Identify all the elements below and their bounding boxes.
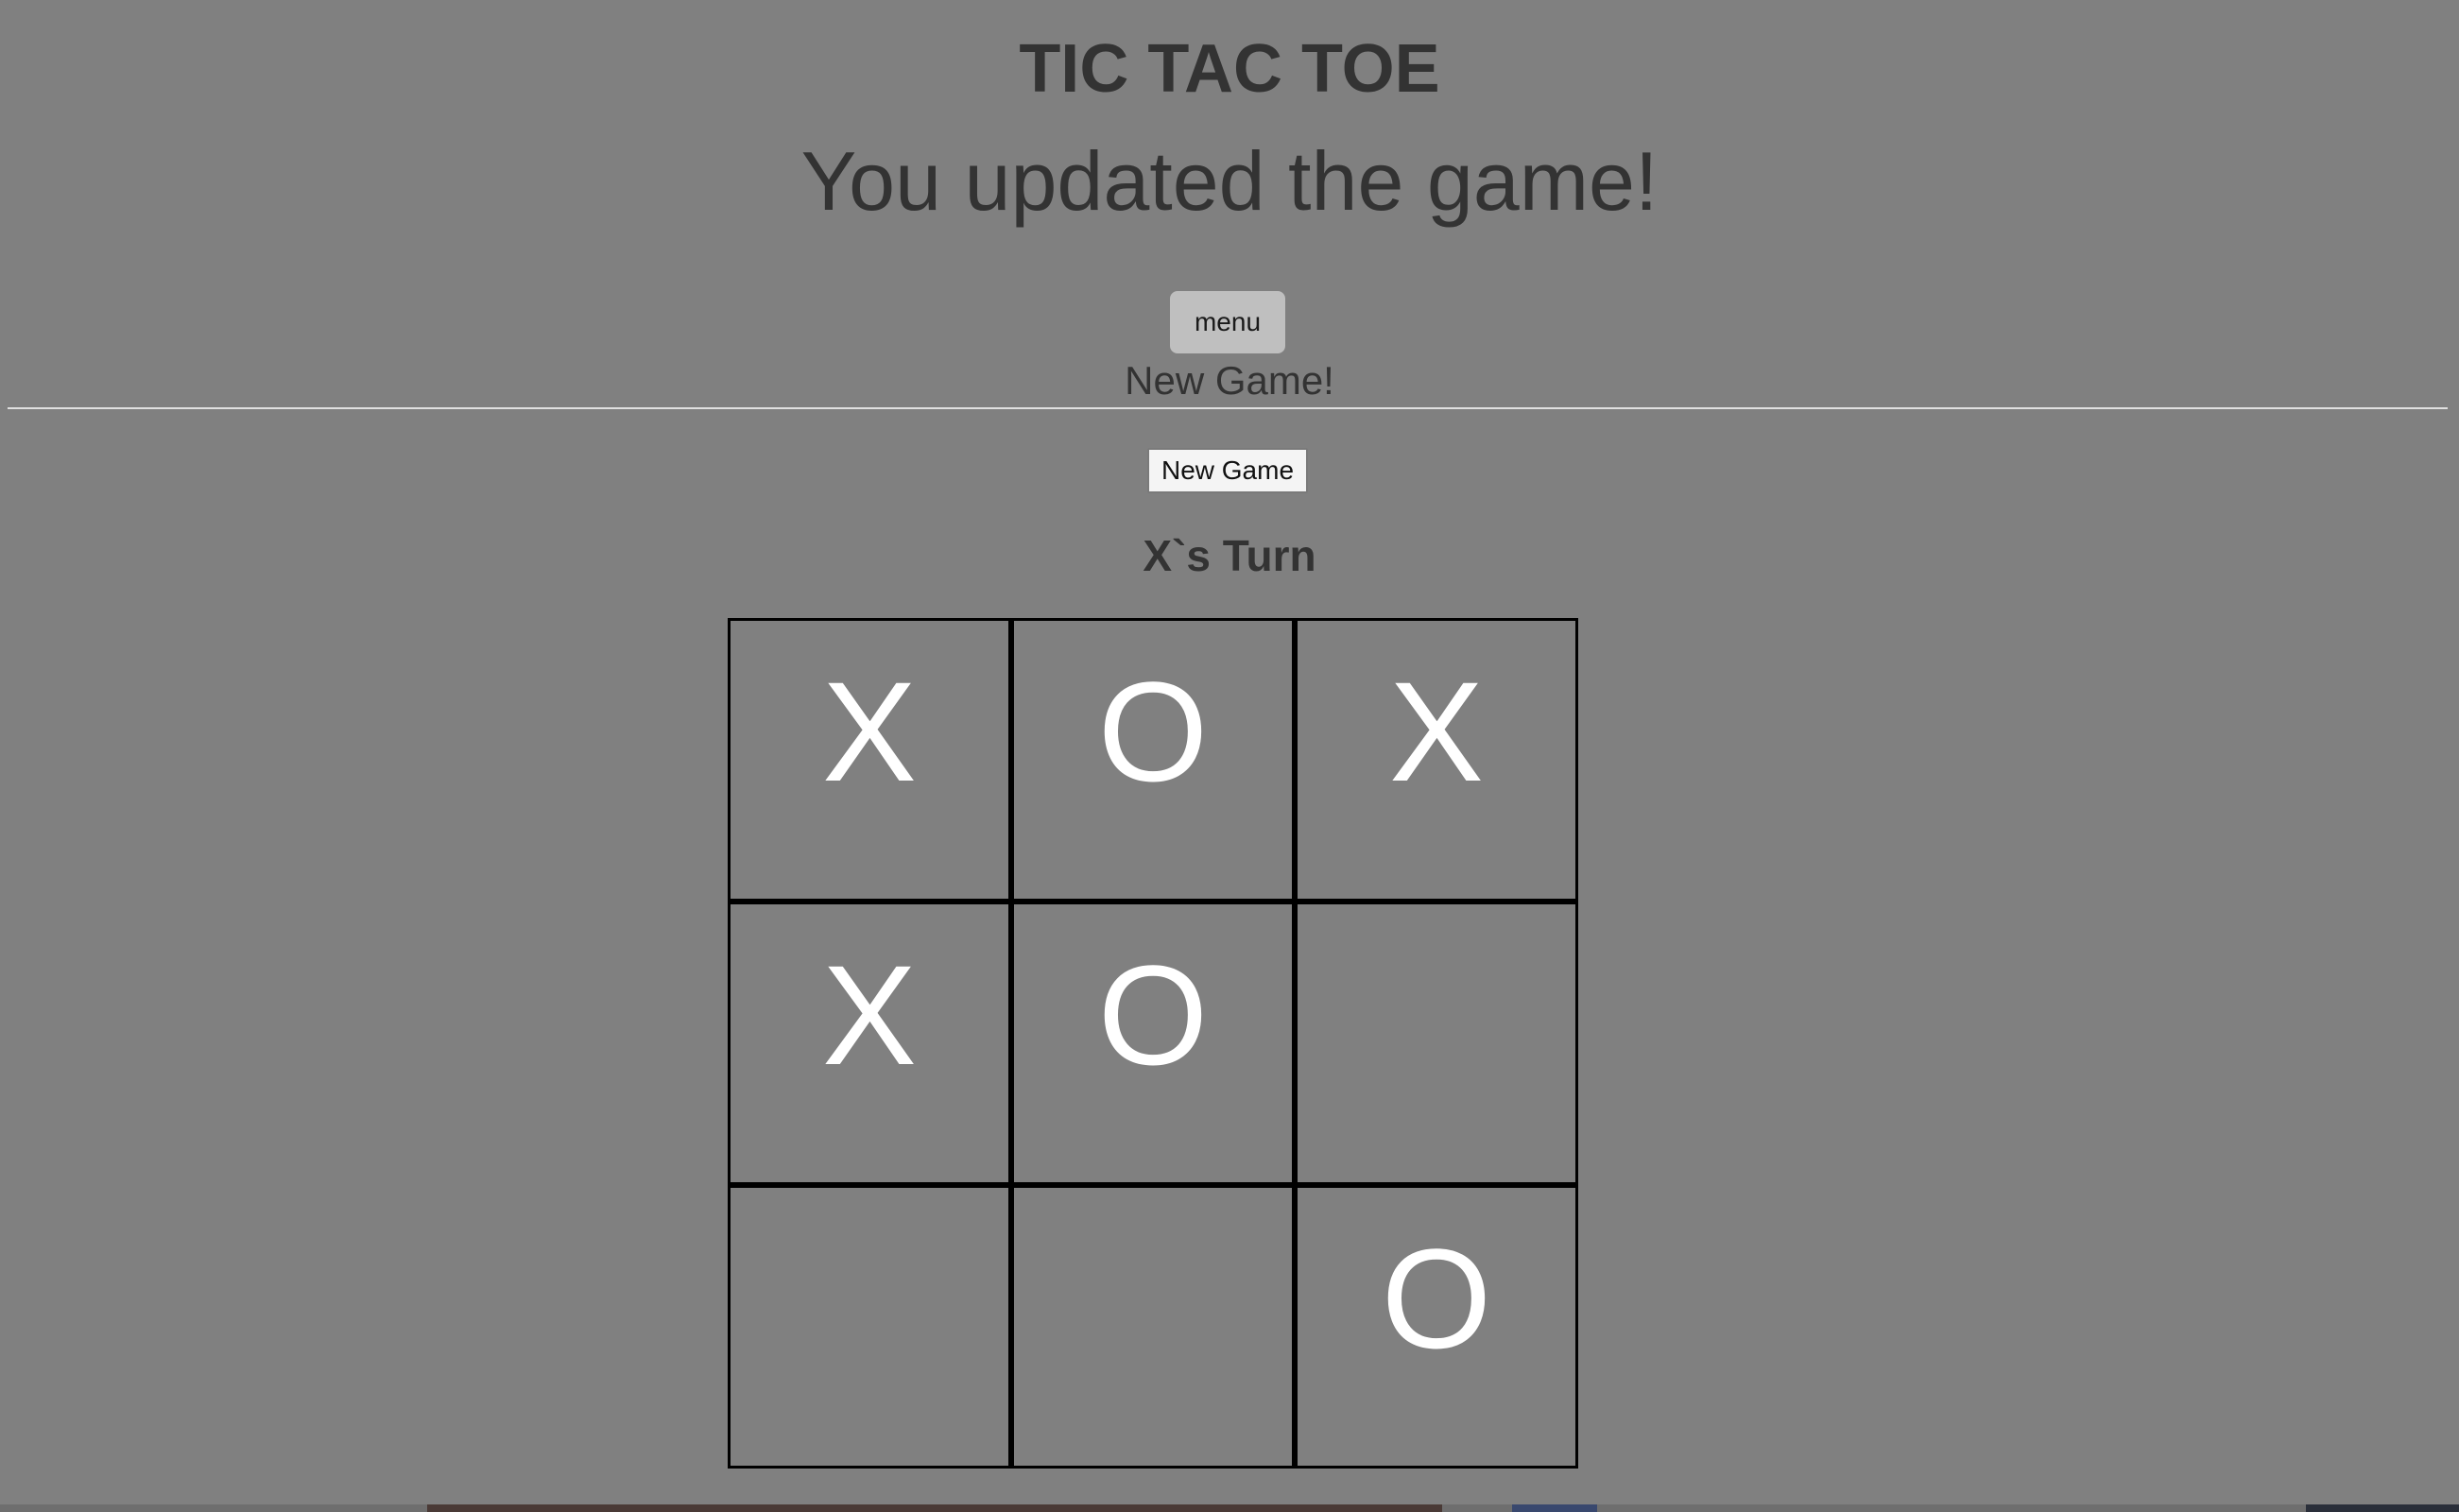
menu-button[interactable]: menu [1170, 291, 1285, 353]
underlying-thumbnail-strip [2306, 1504, 2459, 1512]
new-game-heading: New Game! [1125, 358, 1334, 403]
underlying-image-strip [427, 1504, 1442, 1512]
divider [8, 407, 2448, 409]
new-game-button[interactable]: New Game [1147, 448, 1308, 493]
update-message: You updated the game! [800, 134, 1659, 228]
game-board: X O X X O O [728, 618, 1578, 1469]
underlying-avatar-strip [1512, 1504, 1597, 1512]
board-cell-6[interactable] [1295, 902, 1578, 1185]
board-cell-7[interactable] [728, 1185, 1011, 1469]
board-cell-8[interactable] [1011, 1185, 1295, 1469]
board-cell-3[interactable]: X [1295, 618, 1578, 902]
turn-indicator: X`s Turn [1143, 531, 1316, 580]
board-cell-9[interactable]: O [1295, 1185, 1578, 1469]
board-cell-2[interactable]: O [1011, 618, 1295, 902]
page-title: TIC TAC TOE [1019, 31, 1440, 107]
board-cell-1[interactable]: X [728, 618, 1011, 902]
board-cell-5[interactable]: O [1011, 902, 1295, 1185]
game-page: TIC TAC TOE You updated the game! menu N… [0, 0, 2459, 1512]
board-cell-4[interactable]: X [728, 902, 1011, 1185]
